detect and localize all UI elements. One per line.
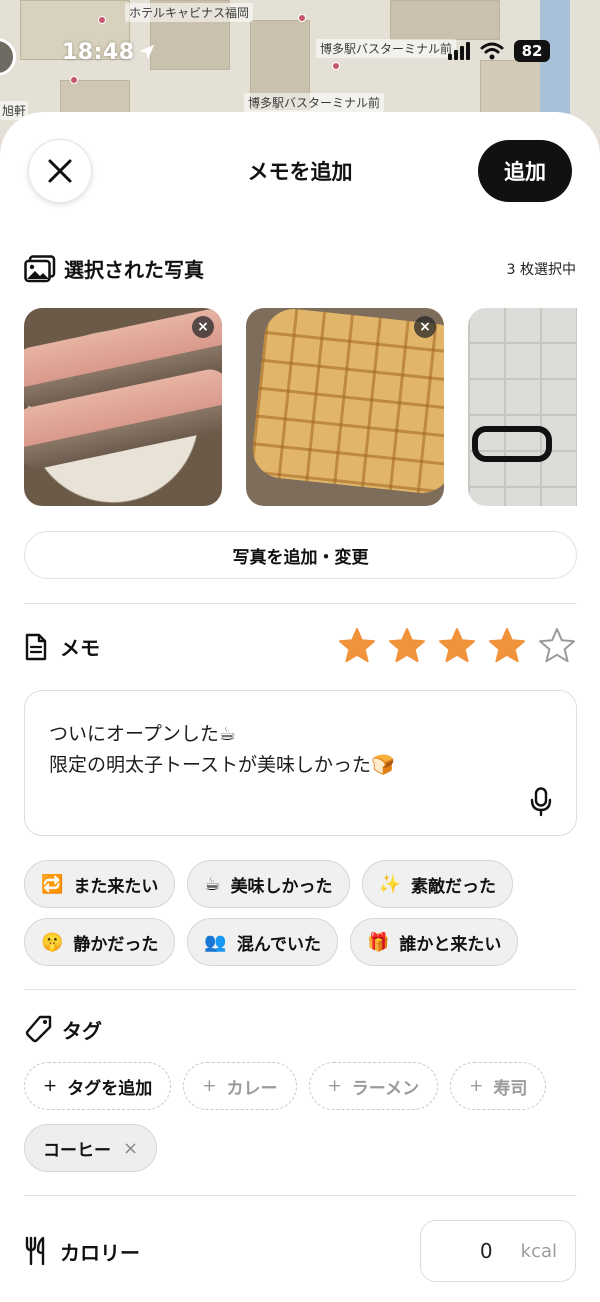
- memo-textarea[interactable]: ついにオープンした☕ 限定の明太子トーストが美味しかった🍞: [24, 690, 577, 836]
- divider: [24, 1195, 577, 1196]
- memo-section-title: メモ: [60, 636, 100, 660]
- plus-icon: +: [202, 1076, 217, 1096]
- chip-label: 誰かと来たい: [399, 934, 502, 955]
- chip-label: 素敵だった: [410, 876, 496, 897]
- tag-suggestion-label: カレー: [226, 1078, 278, 1099]
- tag-suggestion[interactable]: + カレー: [183, 1062, 297, 1110]
- tag-suggestion-label: ラーメン: [351, 1078, 420, 1099]
- add-change-photos-button[interactable]: 写真を追加・変更: [24, 531, 577, 579]
- chip-label: 混んでいた: [236, 934, 321, 955]
- add-tag-label: タグを追加: [67, 1078, 153, 1099]
- signal-icon: [448, 42, 470, 60]
- chip-label: 静かだった: [73, 934, 159, 955]
- plus-icon: +: [327, 1076, 342, 1096]
- chip-emoji: 🎁: [367, 931, 390, 953]
- status-indicators: 82: [448, 40, 550, 62]
- plus-icon: +: [469, 1076, 484, 1096]
- add-tag-button[interactable]: + タグを追加: [24, 1062, 172, 1110]
- photos-selected-count: 3 枚選択中: [506, 261, 576, 278]
- wifi-icon: [480, 42, 504, 60]
- chip-emoji: 🔁: [41, 873, 64, 895]
- quick-chip[interactable]: ☕ 美味しかった: [187, 860, 350, 908]
- map-label: 博多駅バスターミナル前: [316, 39, 457, 58]
- chip-label: 美味しかった: [230, 876, 333, 897]
- microphone-icon[interactable]: [530, 787, 552, 817]
- photos-icon: [24, 254, 56, 282]
- tags-section-title: タグ: [62, 1018, 102, 1043]
- plus-icon: +: [43, 1076, 58, 1096]
- battery-indicator: 82: [514, 40, 550, 62]
- chip-label: また来たい: [73, 876, 159, 897]
- calorie-input[interactable]: 0 kcal: [420, 1220, 576, 1282]
- map-label: ホテルキャビナス福岡: [125, 3, 254, 22]
- memo-text-line: 限定の明太子トーストが美味しかった🍞: [49, 754, 395, 776]
- selected-photos-carousel[interactable]: × ×: [24, 308, 577, 508]
- remove-photo-icon[interactable]: ×: [192, 316, 214, 338]
- quick-chip[interactable]: 🔁 また来たい: [24, 860, 176, 908]
- tags-section-header: タグ: [24, 1014, 576, 1044]
- star-rating[interactable]: [338, 627, 576, 665]
- chip-emoji: ☕: [204, 873, 221, 895]
- star-filled-icon[interactable]: [438, 627, 476, 665]
- remove-tag-icon[interactable]: ×: [123, 1138, 138, 1159]
- selected-tag-label: コーヒー: [43, 1140, 111, 1161]
- photo-thumbnail[interactable]: ×: [246, 308, 444, 506]
- star-filled-icon[interactable]: [388, 627, 426, 665]
- quick-chip-row: 🔁 また来たい ☕ 美味しかった ✨ 素敵だった: [24, 860, 600, 908]
- quick-chip[interactable]: ✨ 素敵だった: [361, 860, 513, 908]
- photo-thumbnail[interactable]: [468, 308, 577, 506]
- star-empty-icon[interactable]: [538, 627, 576, 665]
- add-button[interactable]: 追加: [478, 140, 572, 202]
- star-filled-icon[interactable]: [338, 627, 376, 665]
- fork-knife-icon: [25, 1236, 45, 1266]
- tag-suggestion[interactable]: + ラーメン: [308, 1062, 439, 1110]
- chip-emoji: ✨: [378, 873, 401, 895]
- remove-photo-icon[interactable]: ×: [414, 316, 436, 338]
- map-label: 博多駅バスターミナル前: [244, 93, 385, 112]
- quick-chip[interactable]: 🎁 誰かと来たい: [350, 918, 519, 966]
- quick-chip[interactable]: 🤫 静かだった: [24, 918, 176, 966]
- calorie-unit: kcal: [520, 1240, 557, 1262]
- chip-emoji: 🤫: [41, 931, 64, 953]
- tag-icon: [25, 1015, 52, 1043]
- sheet-header: メモを追加 追加: [0, 112, 600, 232]
- divider: [24, 989, 577, 990]
- photos-section-title: 選択された写真: [64, 258, 204, 282]
- selected-tag[interactable]: コーヒー ×: [24, 1124, 158, 1172]
- calorie-value: 0: [479, 1239, 493, 1263]
- chip-emoji: 👥: [204, 931, 227, 953]
- star-filled-icon[interactable]: [488, 627, 526, 665]
- add-memo-sheet: メモを追加 追加 選択された写真 3 枚選択中 × × 写真を追加・変更 メモ …: [0, 112, 600, 1302]
- photo-thumbnail[interactable]: ×: [24, 308, 222, 506]
- document-icon: [25, 633, 47, 660]
- calories-section-title: カロリー: [60, 1240, 140, 1265]
- status-time: 18:48: [62, 40, 135, 65]
- quick-chip-row: 🤫 静かだった 👥 混んでいた 🎁 誰かと来たい: [24, 918, 600, 966]
- quick-chip[interactable]: 👥 混んでいた: [187, 918, 338, 966]
- tag-suggestion[interactable]: + 寿司: [450, 1062, 547, 1110]
- divider: [24, 603, 577, 604]
- memo-text-line: ついにオープンした☕: [49, 723, 236, 745]
- tag-suggestions-row: + タグを追加 + カレー + ラーメン + 寿司: [24, 1062, 600, 1110]
- photos-section-header: 選択された写真 3 枚選択中: [24, 254, 576, 283]
- tag-suggestion-label: 寿司: [493, 1078, 528, 1099]
- location-arrow-icon: [139, 44, 155, 60]
